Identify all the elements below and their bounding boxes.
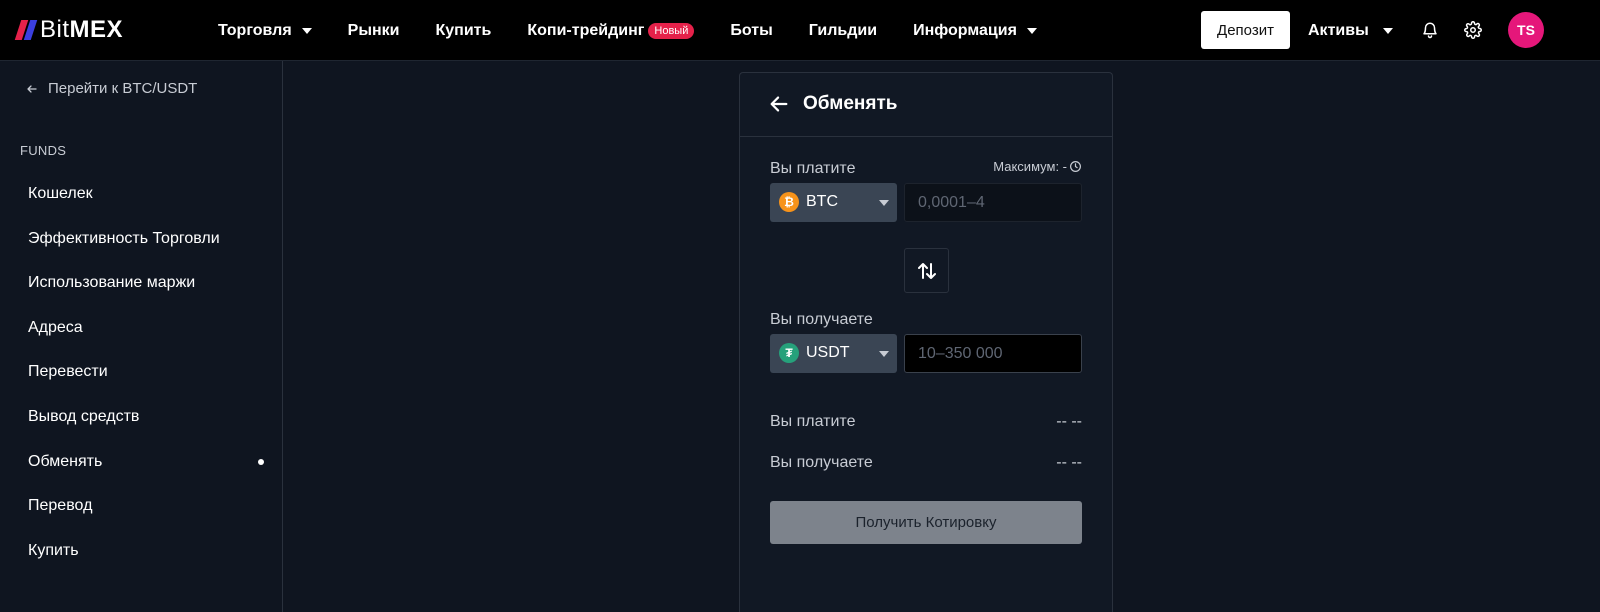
nav-info[interactable]: Информация xyxy=(913,22,1037,40)
swap-arrows-icon xyxy=(917,262,936,279)
nav-buy-label: Купить xyxy=(435,21,492,39)
deposit-button[interactable]: Депозит xyxy=(1201,11,1290,49)
nav-copy-trading[interactable]: Копи-трейдинг Новый xyxy=(527,21,695,40)
sidebar-item-label: Купить xyxy=(28,542,79,559)
pay-amount-input[interactable] xyxy=(904,183,1082,222)
clock-icon xyxy=(1070,161,1081,172)
arrow-left-icon xyxy=(27,84,37,93)
receive-amount-input[interactable] xyxy=(904,334,1082,373)
chevron-down-icon xyxy=(1382,27,1393,34)
nav-buy[interactable]: Купить xyxy=(436,22,492,40)
bitmex-logo[interactable]: BitMEX xyxy=(14,16,124,44)
sidebar-item-label: Использование маржи xyxy=(28,274,196,291)
chevron-down-icon xyxy=(879,351,889,357)
nav-bots-label: Боты xyxy=(730,21,773,39)
sidebar-item-addresses[interactable]: Адреса xyxy=(28,316,268,340)
new-badge: Новый xyxy=(648,22,695,39)
pay-currency-name: BTC xyxy=(806,193,838,210)
tether-icon: ₮ xyxy=(779,343,799,363)
summary-pay-row: Вы платите -- -- xyxy=(770,411,1082,433)
receive-label: Вы получаете xyxy=(770,311,873,328)
nav-info-label: Информация xyxy=(913,21,1017,39)
pay-currency-select[interactable]: ₿ BTC xyxy=(770,183,897,222)
sidebar-item-label: Кошелек xyxy=(28,185,93,202)
nav-guilds[interactable]: Гильдии xyxy=(809,22,877,40)
page-title: Обменять xyxy=(803,93,898,114)
nav-markets[interactable]: Рынки xyxy=(348,22,400,40)
top-navigation-bar: BitMEX Торговля Рынки Купить Копи-трейди… xyxy=(0,0,1600,61)
sidebar-item-label: Адреса xyxy=(28,319,83,336)
nav-trade[interactable]: Торговля xyxy=(218,22,312,40)
nav-markets-label: Рынки xyxy=(347,21,400,39)
back-link-label: Перейти к BTC/USDT xyxy=(48,80,198,97)
sidebar-item-buy[interactable]: Купить xyxy=(28,539,268,563)
sidebar-item-margin-usage[interactable]: Использование маржи xyxy=(28,271,268,295)
sidebar-item-withdraw[interactable]: Вывод средств xyxy=(28,405,268,429)
sidebar-item-label: Эффективность Торговли xyxy=(28,230,220,247)
sidebar-item-label: Вывод средств xyxy=(28,408,140,425)
summary-receive-value: -- -- xyxy=(1056,454,1082,471)
receive-currency-select[interactable]: ₮ USDT xyxy=(770,334,897,373)
sidebar-item-label: Перевести xyxy=(28,363,108,380)
main-nav: Торговля Рынки Купить Копи-трейдинг Новы… xyxy=(218,0,1073,61)
nav-copy-trading-label: Копи-трейдинг xyxy=(527,21,645,39)
active-indicator-dot xyxy=(258,459,264,465)
chevron-down-icon xyxy=(301,27,312,34)
chevron-down-icon xyxy=(1026,27,1037,34)
sidebar-item-trading-performance[interactable]: Эффективность Торговли xyxy=(28,227,268,251)
exchange-panel-header: Обменять xyxy=(740,73,1112,137)
sidebar: Перейти к BTC/USDT FUNDS Кошелек Эффекти… xyxy=(0,61,283,612)
summary-receive-row: Вы получаете -- -- xyxy=(770,452,1082,474)
gear-icon[interactable] xyxy=(1461,18,1485,42)
swap-currencies-button[interactable] xyxy=(904,248,949,293)
exchange-panel: Обменять Вы платите Максимум: - ₿ BTC Вы… xyxy=(739,72,1113,612)
back-to-pair-link[interactable]: Перейти к BTC/USDT xyxy=(26,80,197,97)
logo-mark-icon xyxy=(14,20,38,40)
logo-text: BitMEX xyxy=(40,16,124,43)
nav-trade-label: Торговля xyxy=(218,21,292,39)
max-amount-label: Максимум: - xyxy=(993,159,1082,174)
sidebar-item-transfer[interactable]: Перевести xyxy=(28,360,268,384)
max-amount-text: Максимум: - xyxy=(993,159,1067,174)
assets-label: Активы xyxy=(1308,21,1369,39)
sidebar-item-label: Перевод xyxy=(28,497,93,514)
get-quote-button[interactable]: Получить Котировку xyxy=(770,501,1082,544)
sidebar-item-exchange[interactable]: Обменять xyxy=(28,450,268,474)
assets-menu[interactable]: Активы xyxy=(1308,0,1393,61)
nav-bots[interactable]: Боты xyxy=(730,22,772,40)
user-avatar[interactable]: TS xyxy=(1508,12,1544,48)
sidebar-item-label: Обменять xyxy=(28,453,103,470)
summary-receive-label: Вы получаете xyxy=(770,454,873,471)
summary-pay-value: -- -- xyxy=(1056,413,1082,430)
funds-section-label: FUNDS xyxy=(20,143,67,158)
pay-label: Вы платите xyxy=(770,160,856,177)
arrow-left-icon[interactable] xyxy=(768,93,790,115)
summary-pay-label: Вы платите xyxy=(770,413,856,430)
bitcoin-icon: ₿ xyxy=(779,192,799,212)
bell-icon[interactable] xyxy=(1418,18,1442,42)
receive-currency-name: USDT xyxy=(806,344,850,361)
nav-guilds-label: Гильдии xyxy=(808,21,878,39)
chevron-down-icon xyxy=(879,200,889,206)
sidebar-item-wallet[interactable]: Кошелек xyxy=(28,182,268,206)
sidebar-item-remittance[interactable]: Перевод xyxy=(28,494,268,518)
